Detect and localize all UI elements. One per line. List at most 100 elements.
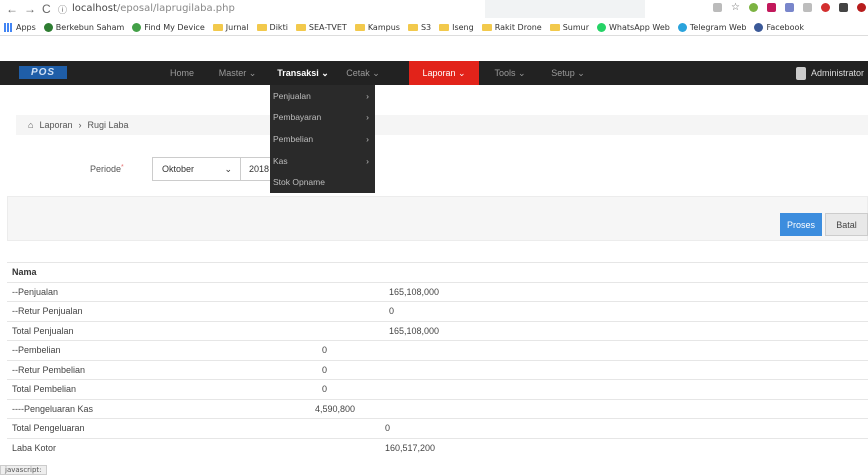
row-value: 165,108,000 <box>389 325 440 336</box>
bookmark-item[interactable]: Rakit Drone <box>481 23 542 32</box>
table-row: Total Pembelian 0 <box>7 379 868 399</box>
bookmark-label: Telegram Web <box>689 22 747 32</box>
status-bar: javascript: <box>0 465 47 475</box>
breadcrumb-separator: › <box>78 120 82 130</box>
app-navbar: POS Home Master ⌄ Transaksi ⌄ Cetak ⌄ La… <box>0 61 868 85</box>
chevron-down-icon: ⌄ <box>224 163 232 174</box>
row-label: Total Pengeluaran <box>12 423 85 434</box>
batal-button[interactable]: Batal <box>825 213 868 236</box>
required-mark: * <box>121 164 124 171</box>
dropdown-item[interactable]: Pembelian › <box>270 128 375 150</box>
year-value: 2018 <box>249 164 270 174</box>
row-label: Total Pembelian <box>12 384 77 395</box>
bookmark-label: Sumur <box>562 22 590 32</box>
back-icon[interactable]: ← <box>6 2 18 16</box>
dropdown-item-label: Stok Opname <box>273 177 325 188</box>
breadcrumb: ⌂ Laporan › Rugi Laba <box>16 115 868 135</box>
breadcrumb-current: Rugi Laba <box>87 120 129 130</box>
forward-icon[interactable]: → <box>24 2 36 16</box>
nav-home[interactable]: Home <box>160 61 204 85</box>
periode-label-text: Periode <box>90 164 122 174</box>
row-value: 0 <box>385 423 391 434</box>
home-icon[interactable]: ⌂ <box>28 120 33 130</box>
puzzle-icon[interactable] <box>839 3 848 12</box>
bookmark-item[interactable]: Dikti <box>256 22 288 32</box>
folder-icon <box>256 23 267 31</box>
url-path: /eposal/laprugilaba.php <box>116 3 235 14</box>
dropdown-item-label: Kas <box>273 155 288 166</box>
info-icon[interactable]: ⓘ <box>58 3 67 16</box>
site-icon <box>132 22 142 32</box>
star-icon[interactable]: ☆ <box>731 3 740 13</box>
extension-square-icon[interactable] <box>785 3 794 12</box>
dropdown-item[interactable]: Kas › <box>270 150 375 172</box>
bookmark-item[interactable]: Berkebun Saham <box>43 22 124 32</box>
row-label: Laba Kotor <box>12 442 57 453</box>
bookmark-label: Jurnal <box>225 22 249 32</box>
bookmark-item[interactable]: Find My Device <box>132 22 205 32</box>
folder-icon <box>354 23 365 31</box>
chevron-right-icon: › <box>366 133 369 144</box>
periode-label: Periode* <box>90 164 124 174</box>
bookmark-label: Apps <box>16 22 36 32</box>
year-select[interactable]: 2018 <box>240 157 274 181</box>
month-select[interactable]: Oktober ⌄ <box>152 157 242 181</box>
bookmark-label: Kampus <box>367 22 400 32</box>
nav-tools[interactable]: Tools ⌄ <box>486 61 534 85</box>
bookmark-item[interactable]: Sumur <box>549 22 590 32</box>
user-menu[interactable]: Administrator <box>795 61 864 85</box>
dropdown-item-label: Pembelian <box>273 133 314 144</box>
table-row: Total Penjualan 165,108,000 <box>7 320 868 341</box>
proses-button[interactable]: Proses <box>780 213 822 236</box>
bookmark-item[interactable]: SEA-TVET <box>295 23 347 32</box>
dropdown-item[interactable]: Pembayaran › <box>270 107 375 129</box>
nav-transaksi[interactable]: Transaksi ⌄ <box>270 61 336 85</box>
bookmark-item[interactable]: S3 <box>407 22 432 32</box>
dropdown-item[interactable]: Penjualan › <box>270 85 375 107</box>
extension-pink-icon[interactable] <box>767 3 776 12</box>
bookmark-item[interactable]: Facebook <box>754 22 804 32</box>
row-label: --Penjualan <box>12 286 59 297</box>
table-row: --Penjualan 165,108,000 <box>7 281 868 302</box>
extension-leaf-icon[interactable] <box>749 3 758 12</box>
extension-bird-icon[interactable] <box>803 3 812 12</box>
extension-shield-icon[interactable] <box>821 3 830 12</box>
url-bar[interactable]: localhost/eposal/laprugilaba.php <box>72 3 235 14</box>
action-panel <box>7 196 868 241</box>
bookmark-item[interactable]: Iseng <box>439 23 474 32</box>
bookmark-item[interactable]: Apps <box>4 22 36 32</box>
bookmark-label: S3 <box>420 22 432 32</box>
address-row: ← → C ⓘ localhost/eposal/laprugilaba.php… <box>0 0 868 18</box>
table-header: Nama <box>7 262 868 282</box>
bookmark-label: Dikti <box>269 22 288 32</box>
table-row: Laba Kotor 160,517,200 <box>7 437 868 458</box>
bookmark-item[interactable]: WhatsApp Web <box>597 22 670 32</box>
dropdown-item[interactable]: Stok Opname <box>270 171 375 193</box>
bookmarks-bar: Apps Berkebun Saham Find My Device Jurnal Di… <box>0 19 868 35</box>
nav-laporan[interactable]: Laporan ⌄ <box>409 61 479 85</box>
bookmark-label: WhatsApp Web <box>609 22 670 32</box>
dropdown-item-label: Penjualan <box>273 90 311 101</box>
translate-icon[interactable] <box>713 3 722 12</box>
site-icon <box>754 22 764 32</box>
url-host: localhost <box>72 3 117 14</box>
row-value: 4,590,800 <box>315 403 356 414</box>
row-value: 0 <box>389 306 395 317</box>
nav-setup[interactable]: Setup ⌄ <box>542 61 594 85</box>
bookmark-item[interactable]: Kampus <box>354 22 400 32</box>
bookmark-item[interactable]: Telegram Web <box>677 22 747 32</box>
row-label: Total Penjualan <box>12 325 74 336</box>
chevron-right-icon: › <box>366 112 369 123</box>
reload-icon[interactable]: C <box>42 2 51 16</box>
bookmark-item[interactable]: Jurnal <box>212 22 249 32</box>
breadcrumb-laporan[interactable]: Laporan <box>39 120 72 130</box>
nav-cetak[interactable]: Cetak ⌄ <box>340 61 386 85</box>
table-row: ----Pengeluaran Kas 4,590,800 <box>7 398 868 419</box>
app-logo[interactable]: POS <box>19 66 67 79</box>
profile-icon[interactable] <box>857 3 866 12</box>
nav-master[interactable]: Master ⌄ <box>210 61 265 85</box>
site-icon <box>597 22 607 32</box>
table-row: Total Pengeluaran 0 <box>7 418 868 438</box>
folder-icon <box>212 23 223 31</box>
bookmark-label: Find My Device <box>144 22 205 32</box>
